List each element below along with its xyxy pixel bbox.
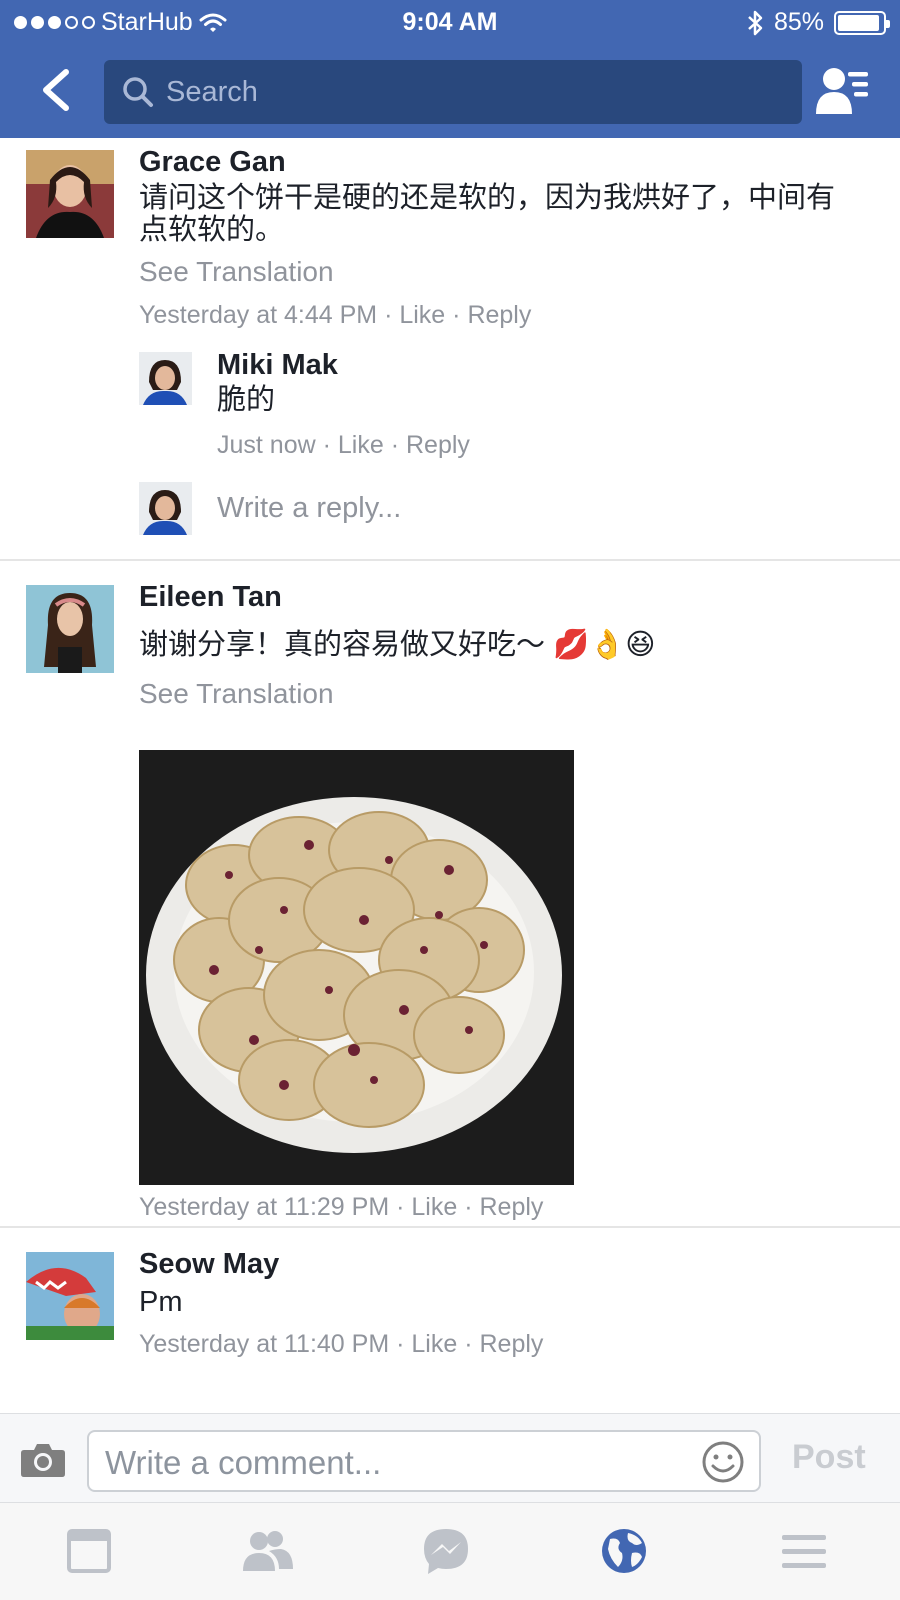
status-bar: StarHub 9:04 AM 85% xyxy=(0,0,900,44)
status-right: 85% xyxy=(746,8,890,37)
avatar[interactable] xyxy=(26,1252,114,1340)
friend-requests-icon[interactable] xyxy=(816,66,870,116)
comment-time[interactable]: Yesterday at 11:29 PM xyxy=(139,1193,389,1221)
comment-meta: Yesterday at 4:44 PM · Like · Reply xyxy=(139,301,532,329)
comment-item: Seow May Pm Yesterday at 11:40 PM · Like… xyxy=(0,1228,900,1398)
friends-icon[interactable] xyxy=(239,1525,295,1577)
back-button[interactable] xyxy=(36,66,76,114)
avatar[interactable] xyxy=(26,150,114,238)
reply-text: 脆的 xyxy=(217,384,276,416)
comment-meta: Yesterday at 11:40 PM · Like · Reply xyxy=(139,1330,544,1358)
comment-composer: Post xyxy=(0,1413,900,1503)
menu-icon[interactable] xyxy=(776,1525,832,1577)
reply-time[interactable]: Just now xyxy=(217,431,316,459)
avatar xyxy=(139,482,192,535)
see-translation-link[interactable]: See Translation xyxy=(139,256,334,288)
post-button[interactable]: Post xyxy=(792,1438,866,1477)
see-translation-link[interactable]: See Translation xyxy=(139,678,334,710)
avatar[interactable] xyxy=(139,352,192,405)
comment-author[interactable]: Grace Gan xyxy=(139,146,286,179)
reply-meta: Just now · Like · Reply xyxy=(217,431,470,459)
reply-link[interactable]: Reply xyxy=(479,1330,543,1358)
reply-link[interactable]: Reply xyxy=(467,301,531,329)
search-input[interactable] xyxy=(166,75,766,109)
comment-field[interactable] xyxy=(87,1430,761,1492)
comment-time[interactable]: Yesterday at 4:44 PM xyxy=(139,301,377,329)
comment-photo[interactable] xyxy=(139,750,574,1185)
comments-list[interactable]: Grace Gan 请问这个饼干是硬的还是软的，因为我烘好了，中间有点软软的。 … xyxy=(0,138,900,1413)
comment-author[interactable]: Seow May xyxy=(139,1248,279,1281)
reply-link[interactable]: Reply xyxy=(479,1193,543,1221)
like-link[interactable]: Like xyxy=(411,1193,457,1221)
news-feed-icon[interactable] xyxy=(61,1525,117,1577)
like-link[interactable]: Like xyxy=(399,301,445,329)
avatar[interactable] xyxy=(26,585,114,673)
battery-icon xyxy=(834,10,890,35)
reply-link[interactable]: Reply xyxy=(406,431,470,459)
battery-percent: 85% xyxy=(773,8,824,36)
comment-input[interactable] xyxy=(105,1444,665,1482)
emoji-icon[interactable] xyxy=(701,1440,745,1484)
notifications-globe-icon[interactable] xyxy=(596,1525,652,1577)
tab-bar xyxy=(0,1503,900,1600)
comment-text: Pm xyxy=(139,1286,183,1318)
top-bar: StarHub 9:04 AM 85% xyxy=(0,0,900,138)
like-link[interactable]: Like xyxy=(338,431,384,459)
comment-text: 谢谢分享！真的容易做又好吃～ 💋👌😆 xyxy=(139,629,656,661)
write-reply-input[interactable]: Write a reply... xyxy=(217,492,401,525)
reply-author[interactable]: Miki Mak xyxy=(217,349,338,382)
comment-author[interactable]: Eileen Tan xyxy=(139,581,282,614)
messenger-icon[interactable] xyxy=(418,1525,474,1577)
comment-time[interactable]: Yesterday at 11:40 PM xyxy=(139,1330,389,1358)
like-link[interactable]: Like xyxy=(411,1330,457,1358)
search-icon xyxy=(123,77,153,107)
cookies-photo xyxy=(139,750,574,1185)
comment-item: Grace Gan 请问这个饼干是硬的还是软的，因为我烘好了，中间有点软软的。 … xyxy=(0,138,900,560)
search-bar[interactable] xyxy=(104,60,802,124)
camera-icon[interactable] xyxy=(20,1440,66,1478)
comment-meta: Yesterday at 11:29 PM · Like · Reply xyxy=(139,1193,544,1221)
comment-text: 请问这个饼干是硬的还是软的，因为我烘好了，中间有点软软的。 xyxy=(139,182,836,246)
bluetooth-icon xyxy=(748,10,763,35)
